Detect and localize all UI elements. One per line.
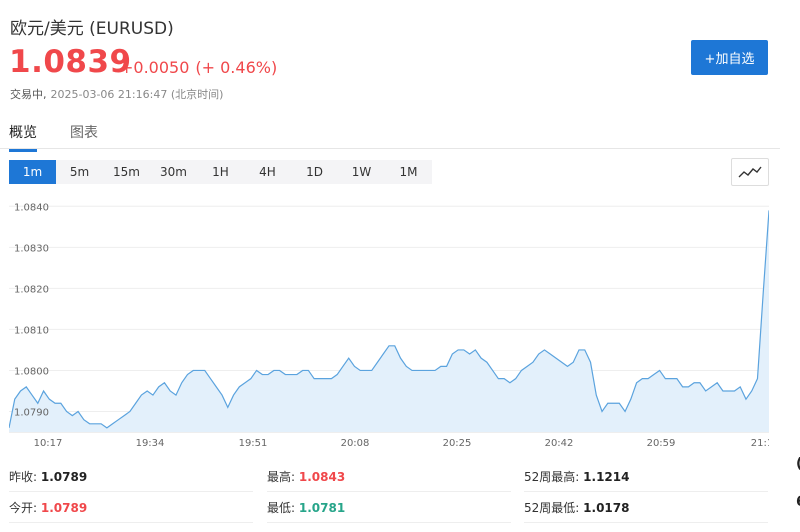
tab-overview[interactable]: 概览	[9, 122, 37, 152]
stats-divider	[267, 522, 511, 523]
stat-52w-low-value: 1.0178	[583, 501, 630, 515]
stat-52w-high: 52周最高: 1.1214	[524, 468, 629, 485]
trading-state: 交易中,	[10, 88, 47, 101]
period-1m[interactable]: 1m	[9, 160, 56, 184]
stat-52w-low-label: 52周最低:	[524, 501, 580, 515]
stat-low-value: 1.0781	[298, 501, 346, 515]
y-tick-label: 1.0820	[14, 284, 49, 295]
stat-high-value: 1.0843	[298, 470, 346, 484]
stat-low: 最低: 1.0781	[267, 499, 345, 516]
trading-status: 交易中, 2025-03-06 21:16:47 (北京时间)	[10, 86, 223, 102]
stats-divider	[524, 491, 768, 492]
stats-divider	[9, 522, 253, 523]
price-change: +0.0050 (+ 0.46%)	[120, 58, 283, 77]
x-tick-label: 20:42	[545, 438, 574, 449]
period-selector: 1m 5m 15m 30m 1H 4H 1D 1W 1M	[9, 160, 432, 184]
price-change-value: +0.0050	[120, 58, 190, 77]
chart-area-fill	[9, 210, 769, 432]
x-tick-label: 20:25	[443, 438, 472, 449]
period-1d[interactable]: 1D	[291, 160, 338, 184]
add-to-watchlist-button[interactable]: +加自选	[691, 40, 768, 75]
clipped-text-fragment: 6	[796, 494, 800, 510]
x-tick-label: 20:08	[341, 438, 370, 449]
period-15m[interactable]: 15m	[103, 160, 150, 184]
y-tick-label: 1.0800	[14, 366, 49, 377]
x-tick-label: 19:34	[136, 438, 165, 449]
stats-divider	[267, 491, 511, 492]
tab-bar: 概览 图表	[0, 120, 780, 152]
page-title: 欧元/美元 (EURUSD)	[10, 19, 174, 39]
y-tick-label: 1.0790	[14, 407, 49, 418]
price-chart-svg: 1.0840 1.0830 1.0820 1.0810 1.0800 1.0790 10:…	[9, 202, 769, 449]
chart-type-toggle-button[interactable]	[731, 158, 769, 186]
y-tick-label: 1.0830	[14, 243, 49, 254]
stat-open-label: 今开:	[9, 501, 38, 515]
stat-prev-close-label: 昨收:	[9, 470, 38, 484]
line-chart-icon	[738, 166, 762, 178]
price-change-percent: (+ 0.46%)	[195, 58, 278, 77]
clipped-text-fragment: (	[796, 456, 800, 472]
price-chart[interactable]: 1.0840 1.0830 1.0820 1.0810 1.0800 1.0790 10:…	[9, 194, 769, 456]
stat-high: 最高: 1.0843	[267, 468, 345, 485]
stat-open: 今开: 1.0789	[9, 499, 87, 516]
x-tick-label: 10:17	[34, 438, 63, 449]
period-5m[interactable]: 5m	[56, 160, 103, 184]
current-price: 1.0839	[9, 44, 132, 80]
x-axis-ticks: 10:17 19:34 19:51 20:08 20:25 20:42 20:59 21:1	[34, 438, 769, 449]
period-4h[interactable]: 4H	[244, 160, 291, 184]
stat-open-value: 1.0789	[40, 501, 88, 515]
x-tick-label: 19:51	[239, 438, 268, 449]
period-1w[interactable]: 1W	[338, 160, 385, 184]
x-tick-label: 20:59	[647, 438, 676, 449]
timestamp: 2025-03-06 21:16:47 (北京时间)	[50, 88, 224, 101]
tab-chart[interactable]: 图表	[70, 122, 98, 142]
x-tick-label: 21:1	[751, 438, 769, 449]
stat-prev-close-value: 1.0789	[40, 470, 88, 484]
y-axis-ticks: 1.0840 1.0830 1.0820 1.0810 1.0800 1.0790	[14, 202, 49, 418]
stats-divider	[524, 522, 768, 523]
period-1h[interactable]: 1H	[197, 160, 244, 184]
y-tick-label: 1.0840	[14, 202, 49, 213]
stat-low-label: 最低:	[267, 501, 296, 515]
stats-divider	[9, 491, 253, 492]
stat-prev-close: 昨收: 1.0789	[9, 468, 87, 485]
stat-52w-low: 52周最低: 1.0178	[524, 499, 629, 516]
period-1mo[interactable]: 1M	[385, 160, 432, 184]
stat-52w-high-label: 52周最高:	[524, 470, 580, 484]
stat-52w-high-value: 1.1214	[583, 470, 630, 484]
period-30m[interactable]: 30m	[150, 160, 197, 184]
y-tick-label: 1.0810	[14, 325, 49, 336]
stat-high-label: 最高:	[267, 470, 296, 484]
